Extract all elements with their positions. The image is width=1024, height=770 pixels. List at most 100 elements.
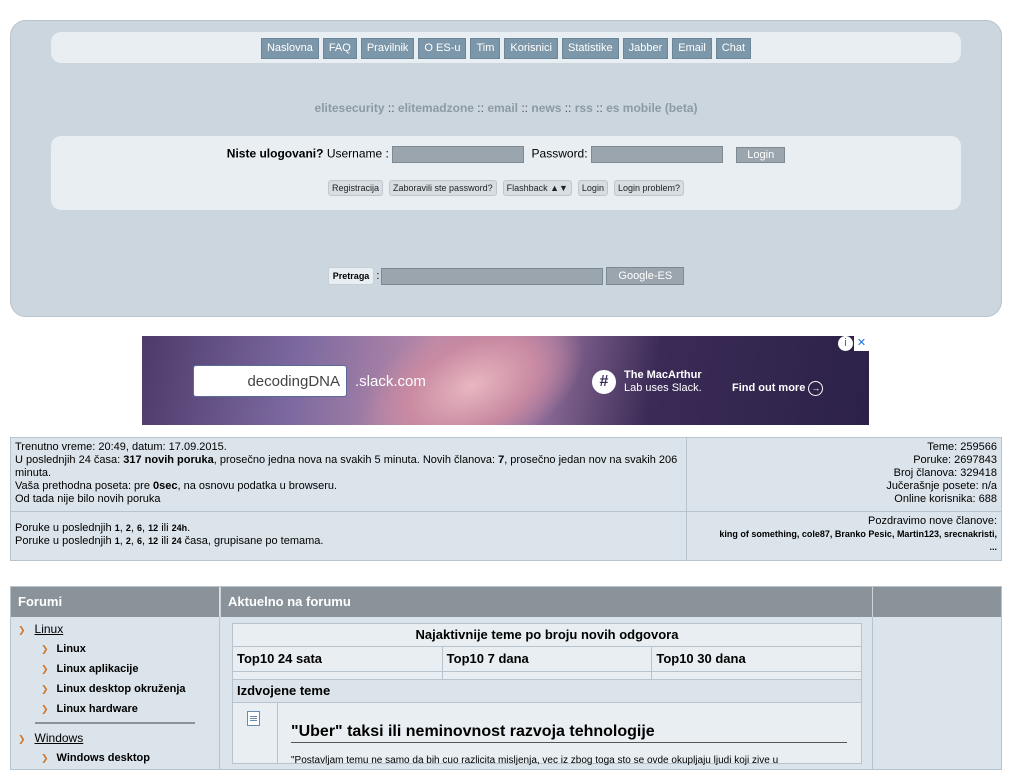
stats-totals: Teme: 259566 Poruke: 2697843 Broj članov… — [687, 438, 1001, 512]
right-column — [873, 617, 1001, 769]
recent-1h[interactable]: 1 — [115, 523, 120, 533]
top10-lists — [233, 672, 861, 680]
ad-cta-label: Find out more — [732, 382, 806, 394]
grouped-suffix: časa, grupisane po temama. — [181, 535, 324, 547]
recent-2h[interactable]: 2 — [126, 523, 131, 533]
bullet-icon: ❯ — [41, 644, 49, 654]
subforum-windows-desktop[interactable]: ❯ Windows desktop — [41, 752, 150, 764]
link-email[interactable]: email — [487, 101, 518, 115]
nav-chat[interactable]: Chat — [715, 38, 752, 59]
nav-tim[interactable]: Tim — [470, 38, 501, 59]
google-search-button[interactable]: Google-ES — [606, 267, 685, 285]
subforum-linux[interactable]: ❯ Linux — [41, 643, 86, 655]
ad-copy-line1: The MacArthur — [624, 369, 702, 381]
subforum-linux-hardware[interactable]: ❯ Linux hardware — [41, 703, 138, 715]
category-windows[interactable]: ❯ Windows — [18, 731, 83, 745]
stats-table: Trenutno vreme: 20:49, datum: 17.09.2015… — [10, 437, 1002, 561]
ad-banner[interactable]: decodingDNA .slack.com # The MacArthur L… — [142, 336, 869, 425]
recent-12h[interactable]: 12 — [148, 523, 158, 533]
password-input[interactable] — [590, 146, 723, 163]
username-input[interactable] — [392, 146, 525, 163]
grouped-24[interactable]: 24 — [172, 536, 182, 546]
stat-teme: Teme: 259566 — [927, 441, 997, 453]
bullet-icon: ❯ — [41, 684, 49, 694]
search-label: Pretraga — [327, 267, 375, 285]
grouped-12[interactable]: 12 — [148, 536, 158, 546]
link-separator: :: — [596, 101, 603, 115]
link-separator: :: — [387, 101, 395, 115]
new-members-list[interactable]: king of something, cole87, Branko Pesic,… — [691, 528, 997, 541]
ad-domain-suffix: .slack.com — [355, 373, 426, 390]
link-separator: :: — [521, 101, 529, 115]
subforum-linux-desktop[interactable]: ❯ Linux desktop okruženja — [41, 683, 186, 695]
featured-headline[interactable]: "Uber" taksi ili neminovnost razvoja teh… — [291, 723, 847, 743]
featured-excerpt: "Postavljam temu ne samo da bih cuo razl… — [291, 755, 779, 766]
link-news[interactable]: news — [531, 101, 561, 115]
slack-icon: # — [592, 370, 616, 394]
nav-naslovna[interactable]: Naslovna — [260, 38, 319, 59]
site-links: elitesecurity :: elitemadzone :: email :… — [11, 101, 1001, 115]
stat-broj-clanova: Broj članova: 329418 — [893, 467, 997, 479]
nav-korisnici[interactable]: Korisnici — [504, 38, 558, 59]
new-members-more[interactable]: ... — [691, 541, 997, 554]
category-label: Windows — [34, 731, 84, 745]
registracija-button[interactable]: Registracija — [328, 180, 384, 196]
search-row: Pretraga : Google-ES — [11, 267, 1001, 285]
subforum-label: Linux — [56, 643, 86, 655]
category-linux[interactable]: ❯ Linux — [18, 622, 63, 636]
nav-faq[interactable]: FAQ — [322, 38, 357, 59]
tab-top10-24h[interactable]: Top10 24 sata — [233, 647, 443, 671]
login-problem-button[interactable]: Login problem? — [613, 180, 684, 196]
most-active-title: Najaktivnije teme po broju novih odgovor… — [233, 624, 861, 647]
recent-posts: Poruke u poslednjih 1, 2, 6, 12 ili 24h.… — [11, 512, 687, 560]
nav-email[interactable]: Email — [672, 38, 712, 59]
grouped-2[interactable]: 2 — [126, 536, 131, 546]
recent-posts-grouped-line: Poruke u poslednjih 1, 2, 6, 12 ili 24 č… — [15, 535, 324, 547]
bullet-icon: ❯ — [41, 704, 49, 714]
close-icon[interactable]: ✕ — [854, 336, 869, 351]
info-icon[interactable]: i — [838, 336, 853, 351]
featured-topic: "Uber" taksi ili neminovnost razvoja teh… — [233, 703, 861, 766]
login-button[interactable]: Login — [736, 146, 786, 163]
grouped-6[interactable]: 6 — [137, 536, 142, 546]
recent-24h[interactable]: 24h — [172, 523, 188, 533]
flashback-button[interactable]: Flashback ▲▼ — [502, 180, 572, 196]
login-box: Niste ulogovani? Username : Password: Lo… — [51, 136, 961, 210]
nav-o-es-u[interactable]: O ES-u — [418, 38, 467, 59]
recent-prefix: Poruke u poslednjih — [15, 522, 115, 534]
link-es-mobile[interactable]: es mobile (beta) — [606, 101, 697, 115]
nav-pravilnik[interactable]: Pravilnik — [360, 38, 415, 59]
ad-cta[interactable]: Find out more → — [732, 381, 824, 396]
recent-posts-line: Poruke u poslednjih 1, 2, 6, 12 ili 24h. — [15, 522, 191, 534]
document-icon — [247, 711, 260, 726]
bullet-icon: ❯ — [41, 753, 49, 763]
tab-top10-30d[interactable]: Top10 30 dana — [652, 647, 861, 671]
link-rss[interactable]: rss — [575, 101, 593, 115]
search-input[interactable] — [381, 267, 604, 285]
login-links: Registracija Zaboravili ste password? Fl… — [51, 180, 961, 196]
ad-copy: The MacArthur Lab uses Slack. — [624, 369, 702, 395]
forgot-password-button[interactable]: Zaboravili ste password? — [389, 180, 497, 196]
posts-24h: U poslednjih 24 časa: 317 novih poruka, … — [15, 454, 682, 480]
posts-24h-mid: , prosečno jedna nova na svakih 5 minuta… — [213, 454, 499, 466]
grouped-ili: ili — [161, 535, 169, 547]
login-link-button[interactable]: Login — [577, 180, 608, 196]
grouped-1[interactable]: 1 — [115, 536, 120, 546]
ad-domain-input[interactable]: decodingDNA — [193, 365, 347, 397]
top10-tabs: Top10 24 sata Top10 7 dana Top10 30 dana — [233, 647, 861, 672]
tab-top10-7d[interactable]: Top10 7 dana — [443, 647, 653, 671]
recent-6h[interactable]: 6 — [137, 523, 142, 533]
subforum-label: Linux hardware — [56, 703, 138, 715]
recent-grouped-prefix: Poruke u poslednjih — [15, 535, 115, 547]
nav-statistike[interactable]: Statistike — [561, 38, 619, 59]
bullet-icon: ❯ — [41, 664, 49, 674]
forums-header: Forumi — [11, 587, 219, 617]
nav-jabber[interactable]: Jabber — [622, 38, 669, 59]
ad-copy-line2: Lab uses Slack. — [624, 382, 702, 394]
link-elitesecurity[interactable]: elitesecurity — [315, 101, 385, 115]
current-time: Trenutno vreme: 20:49, datum: 17.09.2015… — [15, 441, 227, 453]
topics-table: Najaktivnije teme po broju novih odgovor… — [232, 623, 862, 766]
link-elitemadzone[interactable]: elitemadzone — [398, 101, 474, 115]
subforum-linux-aplikacije[interactable]: ❯ Linux aplikacije — [41, 663, 138, 675]
category-label: Linux — [34, 622, 64, 636]
